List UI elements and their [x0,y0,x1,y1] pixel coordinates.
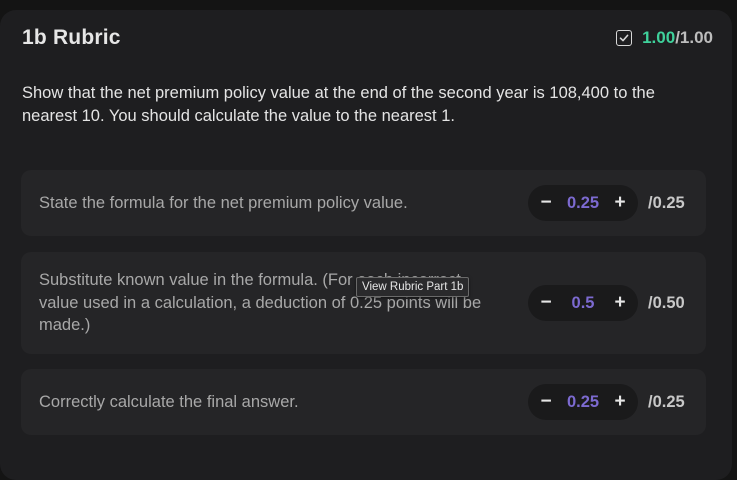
score-earned: 1.00 [642,28,676,47]
decrement-button[interactable]: − [538,384,554,420]
points-stepper: − 0.5 + [528,285,638,321]
points-value: 0.25 [566,193,600,212]
increment-button[interactable]: + [612,384,628,420]
criterion-card: State the formula for the net premium po… [21,170,706,236]
max-points: /0.25 [648,393,685,411]
decrement-button[interactable]: − [538,185,554,221]
checkbox-checked-icon [616,30,633,46]
max-points: /0.25 [648,194,685,212]
question-text: Show that the net premium policy value a… [22,84,655,125]
max-points: /0.50 [648,294,685,312]
rubric-tooltip: View Rubric Part 1b [356,277,470,297]
score-total: /1.00 [675,28,713,47]
criterion-card: Correctly calculate the final answer. − … [21,369,706,435]
decrement-button[interactable]: − [538,285,554,321]
criterion-text: Correctly calculate the final answer. [39,393,299,411]
rubric-title: 1b Rubric [22,26,121,49]
criterion-text: State the formula for the net premium po… [39,194,408,212]
points-stepper: − 0.25 + [528,185,638,221]
points-stepper: − 0.25 + [528,384,638,420]
criterion-card: Substitute known value in the formula. (… [21,252,706,354]
increment-button[interactable]: + [612,285,628,321]
total-score: 1.00 /1.00 [616,28,713,48]
points-value: 0.5 [571,293,595,312]
increment-button[interactable]: + [612,185,628,221]
points-value: 0.25 [566,392,600,411]
rubric-header: 1b Rubric 1.00 /1.00 [22,24,713,52]
